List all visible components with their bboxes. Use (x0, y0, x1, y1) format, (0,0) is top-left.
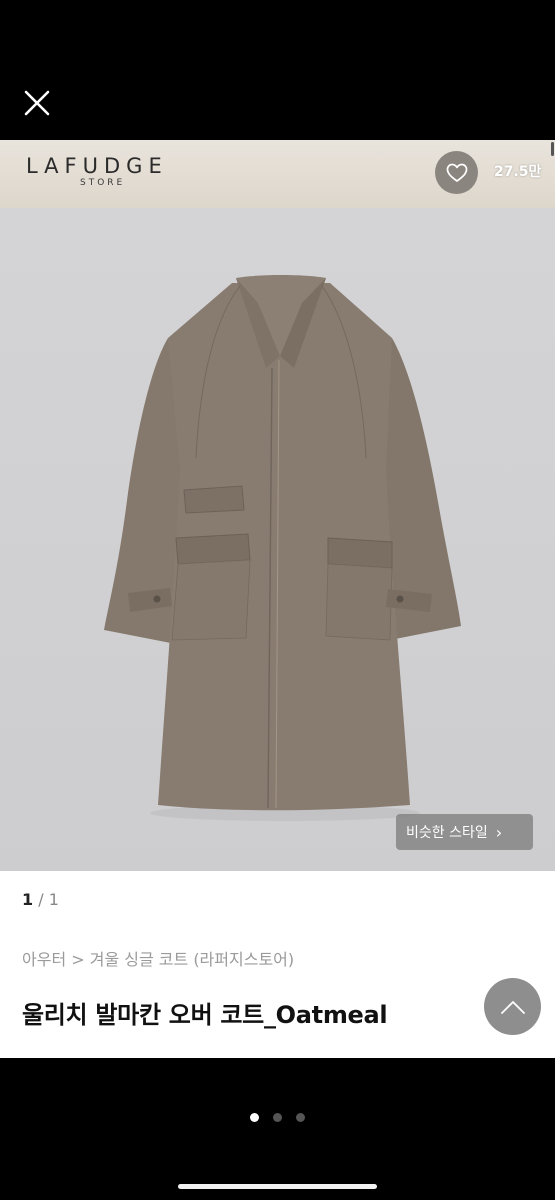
carousel-dot-3[interactable] (296, 1113, 305, 1122)
like-button[interactable] (435, 151, 478, 194)
similar-style-label: 비슷한 스타일 (406, 825, 488, 841)
category-breadcrumb[interactable]: 아우터 > 겨울 싱글 코트 (라퍼지스토어) (22, 946, 294, 970)
pager-current: 1 (22, 890, 34, 909)
coat-image (104, 275, 461, 821)
heart-outline-icon (446, 163, 467, 182)
scrollbar[interactable] (551, 142, 554, 156)
scroll-to-top-button[interactable] (484, 978, 541, 1035)
carousel-dots (0, 1113, 555, 1122)
product-title: 울리치 발마칸 오버 코트_Oatmeal (22, 1001, 388, 1029)
close-button[interactable] (22, 88, 52, 118)
carousel-dot-2[interactable] (273, 1113, 282, 1122)
store-logo-name: LAFUDGE (26, 154, 168, 178)
chevron-right-icon: › (495, 822, 503, 842)
store-logo-sub: STORE (80, 178, 126, 188)
pager-separator: / (38, 890, 44, 909)
product-sheet: LAFUDGE STORE 27.5만 비슷한 스타일 › 1 / 1 아우터 … (0, 140, 555, 1058)
pager-total: 1 (48, 890, 59, 909)
home-indicator[interactable] (178, 1184, 377, 1189)
close-icon (24, 90, 50, 116)
like-count: 27.5만 (494, 164, 542, 180)
product-photo[interactable]: 비슷한 스타일 › (0, 208, 555, 871)
similar-style-button[interactable]: 비슷한 스타일 › (396, 814, 533, 850)
chevron-up-icon (500, 1000, 525, 1014)
image-pager: 1 / 1 (22, 890, 59, 909)
store-banner[interactable]: LAFUDGE STORE 27.5만 (0, 140, 555, 208)
carousel-dot-1[interactable] (250, 1113, 259, 1122)
